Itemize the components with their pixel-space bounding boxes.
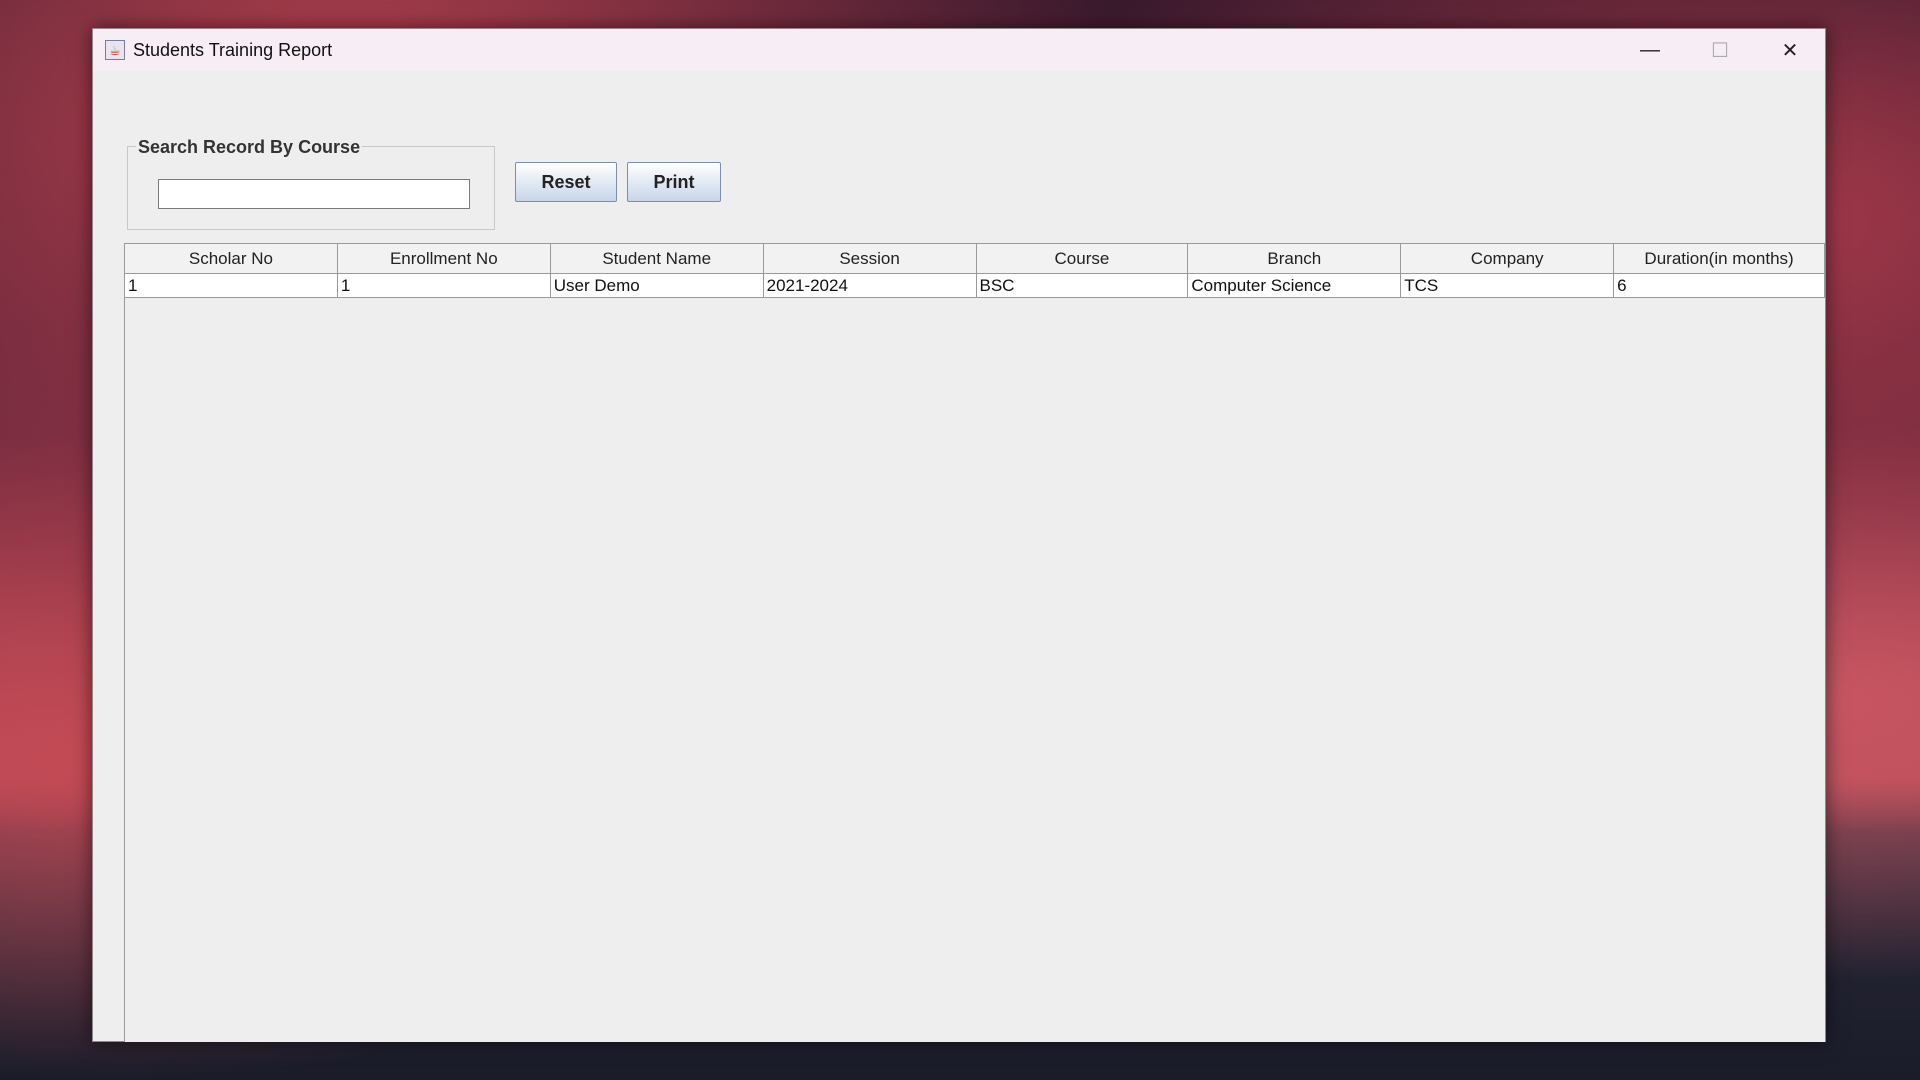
column-header-student-name[interactable]: Student Name — [550, 244, 764, 274]
table-cell[interactable]: 2021-2024 — [763, 274, 977, 298]
search-group: Search Record By Course — [127, 137, 495, 230]
table-row[interactable]: 1 1 User Demo 2021-2024 BSC Computer Sci… — [125, 274, 1825, 298]
column-header-branch[interactable]: Branch — [1188, 244, 1402, 274]
report-table[interactable]: Scholar No Enrollment No Student Name Se… — [124, 243, 1825, 1042]
table-cell[interactable]: 1 — [125, 274, 338, 298]
course-search-input[interactable] — [158, 179, 470, 209]
table-header: Scholar No Enrollment No Student Name Se… — [125, 244, 1825, 274]
reset-button[interactable]: Reset — [515, 162, 617, 202]
table-cell[interactable]: Computer Science — [1188, 274, 1402, 298]
column-header-company[interactable]: Company — [1401, 244, 1615, 274]
search-group-label: Search Record By Course — [136, 137, 363, 158]
column-header-session[interactable]: Session — [763, 244, 977, 274]
java-app-icon: ☕ — [105, 40, 125, 60]
column-header-course[interactable]: Course — [976, 244, 1189, 274]
column-header-duration[interactable]: Duration(in months) — [1614, 244, 1825, 274]
maximize-icon[interactable]: ☐ — [1685, 29, 1755, 71]
content-pane: Search Record By Course Reset Print Scho… — [93, 71, 1825, 1042]
table-cell[interactable]: BSC — [976, 274, 1189, 298]
table-cell[interactable]: 6 — [1614, 274, 1825, 298]
table-cell[interactable]: User Demo — [550, 274, 764, 298]
print-button[interactable]: Print — [627, 162, 721, 202]
column-header-scholar-no[interactable]: Scholar No — [125, 244, 338, 274]
close-icon[interactable]: ✕ — [1755, 29, 1825, 71]
table-cell[interactable]: 1 — [337, 274, 551, 298]
window-title: Students Training Report — [133, 39, 333, 60]
column-header-enrollment-no[interactable]: Enrollment No — [337, 244, 551, 274]
title-bar[interactable]: ☕ Students Training Report — ☐ ✕ — [93, 29, 1825, 71]
table-cell[interactable]: TCS — [1401, 274, 1615, 298]
report-window: ☕ Students Training Report — ☐ ✕ Search … — [92, 28, 1826, 1042]
window-controls: — ☐ ✕ — [1615, 29, 1825, 71]
minimize-icon[interactable]: — — [1615, 29, 1685, 71]
